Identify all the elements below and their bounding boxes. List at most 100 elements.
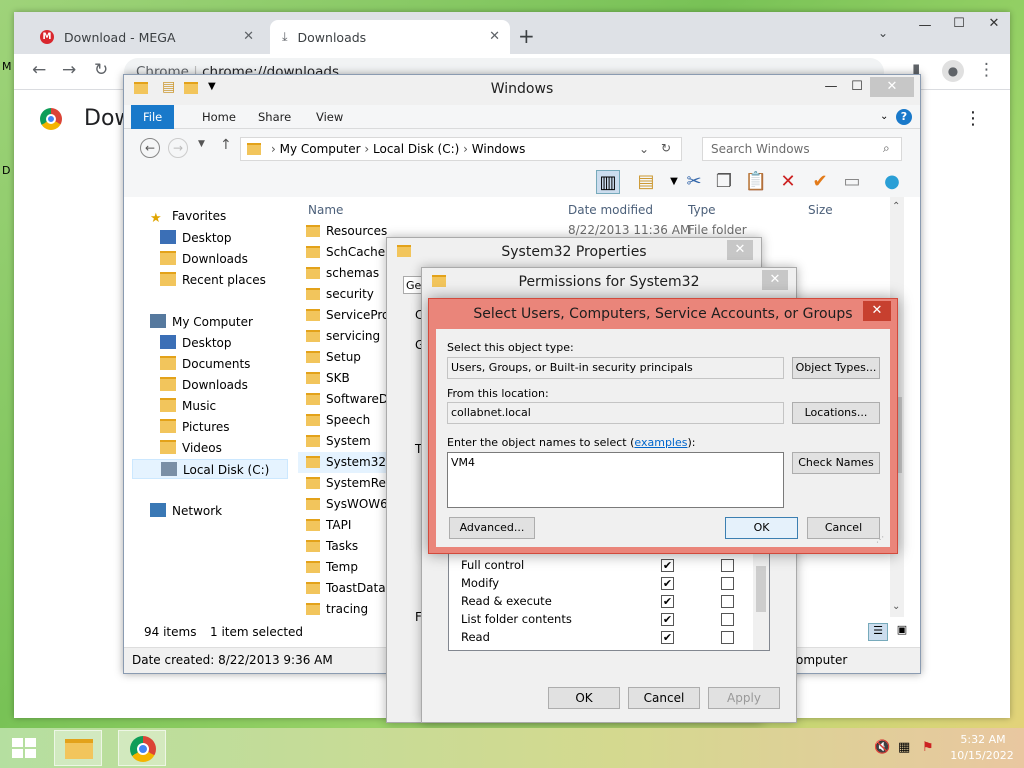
deny-checkbox[interactable] xyxy=(721,595,734,608)
close-tab-icon[interactable]: ✕ xyxy=(489,29,500,44)
taskbar-chrome[interactable] xyxy=(118,730,166,766)
file-row[interactable]: Speech xyxy=(306,410,370,431)
back-icon[interactable]: ← xyxy=(32,60,46,80)
back-icon[interactable]: ← xyxy=(140,138,160,158)
nav-my-computer[interactable]: My Computer xyxy=(150,314,253,329)
scroll-up-icon[interactable]: ⌃ xyxy=(892,201,900,212)
address-bar[interactable]: › My Computer › Local Disk (C:) › Window… xyxy=(240,137,682,161)
scroll-down-icon[interactable]: ⌄ xyxy=(892,601,900,612)
refresh-icon[interactable]: ↻ xyxy=(661,141,671,155)
checkmark-icon[interactable]: ✔ xyxy=(808,170,832,194)
file-row[interactable]: SchCache xyxy=(306,242,385,263)
maximize-icon[interactable]: ☐ xyxy=(844,77,870,97)
tab-file[interactable]: File xyxy=(131,105,175,129)
start-button[interactable] xyxy=(0,730,50,766)
allow-checkbox[interactable]: ✔ xyxy=(661,595,674,608)
close-icon[interactable]: ✕ xyxy=(870,77,914,97)
file-row[interactable]: TAPI xyxy=(306,515,351,536)
deny-checkbox[interactable] xyxy=(721,559,734,572)
deny-checkbox[interactable] xyxy=(721,577,734,590)
new-tab-button[interactable]: + xyxy=(518,24,535,48)
close-tab-icon[interactable]: ✕ xyxy=(243,29,254,44)
file-row[interactable]: Temp xyxy=(306,557,358,578)
properties-icon[interactable]: ▤ xyxy=(634,170,658,194)
speaker-muted-icon[interactable]: 🔇 xyxy=(874,740,890,755)
recent-locations-icon[interactable]: ▼ xyxy=(198,139,205,149)
apply-button[interactable]: Apply xyxy=(708,687,780,709)
large-icons-view-icon[interactable]: ▣ xyxy=(892,623,912,641)
globe-icon[interactable]: ● xyxy=(880,170,904,194)
details-view-icon[interactable]: ☰ xyxy=(868,623,888,641)
allow-checkbox[interactable]: ✔ xyxy=(661,631,674,644)
nav-desktop[interactable]: Desktop xyxy=(160,230,232,245)
minimize-icon[interactable]: — xyxy=(818,77,844,97)
close-window-icon[interactable]: ✕ xyxy=(980,14,1008,34)
tab-search-icon[interactable]: ⌄ xyxy=(878,26,888,40)
nav-network[interactable]: Network xyxy=(150,503,222,518)
object-types-button[interactable]: Object Types... xyxy=(792,357,880,379)
close-icon[interactable]: ✕ xyxy=(762,270,788,290)
action-center-icon[interactable]: ⚑ xyxy=(922,740,934,755)
column-type[interactable]: Type xyxy=(688,203,716,217)
ok-button[interactable]: OK xyxy=(548,687,620,709)
tab-view[interactable]: View xyxy=(304,105,355,129)
tab-share[interactable]: Share xyxy=(246,105,303,129)
tab-download-mega[interactable]: M Download - MEGA ✕ xyxy=(28,20,264,54)
nav-local-disk[interactable]: Local Disk (C:) xyxy=(132,459,288,479)
cancel-button[interactable]: Cancel xyxy=(628,687,700,709)
address-dropdown-icon[interactable]: ⌄ xyxy=(639,142,649,156)
clock-date[interactable]: 10/15/2022 xyxy=(946,749,1018,762)
delete-icon[interactable]: ✕ xyxy=(776,170,800,194)
check-names-button[interactable]: Check Names xyxy=(792,452,880,474)
downloads-menu-icon[interactable]: ⋮ xyxy=(964,108,982,129)
forward-icon[interactable]: → xyxy=(168,138,188,158)
forward-icon[interactable]: → xyxy=(62,60,76,80)
nav-videos[interactable]: Videos xyxy=(160,440,222,455)
profile-avatar[interactable]: ● xyxy=(942,60,964,82)
file-row[interactable]: Setup xyxy=(306,347,361,368)
rename-icon[interactable]: ▭ xyxy=(840,170,864,194)
nav-downloads[interactable]: Downloads xyxy=(160,377,248,392)
file-row[interactable]: servicing xyxy=(306,326,380,347)
close-icon[interactable]: ✕ xyxy=(727,240,753,260)
column-name[interactable]: Name xyxy=(308,203,343,217)
column-date-modified[interactable]: Date modified xyxy=(568,203,653,217)
resize-grip-icon[interactable]: ⋰ xyxy=(876,535,884,544)
expand-ribbon-icon[interactable]: ⌄ xyxy=(880,111,888,122)
nav-favorites[interactable]: ★ Favorites xyxy=(150,209,226,226)
file-row[interactable]: System xyxy=(306,431,371,452)
deny-checkbox[interactable] xyxy=(721,613,734,626)
paste-icon[interactable]: 📋 xyxy=(744,170,768,194)
menu-kebab-icon[interactable]: ⋮ xyxy=(978,60,995,80)
up-icon[interactable]: ↑ xyxy=(220,137,232,153)
perm-scrollbar[interactable] xyxy=(753,552,769,650)
column-size[interactable]: Size xyxy=(808,203,833,217)
file-row[interactable]: ServiceProf xyxy=(306,305,394,326)
file-row[interactable]: SysWOW64 xyxy=(306,494,395,515)
file-row[interactable]: security xyxy=(306,284,374,305)
reload-icon[interactable]: ↻ xyxy=(94,60,108,80)
breadcrumb-item[interactable]: My Computer xyxy=(280,142,361,156)
file-row[interactable]: tracing xyxy=(306,599,368,620)
nav-recent-places[interactable]: Recent places xyxy=(160,272,266,287)
locations-button[interactable]: Locations... xyxy=(792,402,880,424)
minimize-icon[interactable]: — xyxy=(912,16,938,36)
file-row[interactable]: schemas xyxy=(306,263,379,284)
network-tray-icon[interactable]: ▦ xyxy=(898,740,910,755)
tab-home[interactable]: Home xyxy=(190,105,248,129)
help-icon[interactable]: ? xyxy=(896,109,912,125)
allow-checkbox[interactable]: ✔ xyxy=(661,613,674,626)
nav-pictures[interactable]: Pictures xyxy=(160,419,230,434)
nav-desktop[interactable]: Desktop xyxy=(160,335,232,350)
nav-documents[interactable]: Documents xyxy=(160,356,250,371)
file-row[interactable]: Tasks xyxy=(306,536,358,557)
tab-downloads[interactable]: ⤓ Downloads ✕ xyxy=(270,20,510,54)
nav-music[interactable]: Music xyxy=(160,398,216,413)
advanced-button[interactable]: Advanced... xyxy=(449,517,535,539)
ok-button[interactable]: OK xyxy=(725,517,798,539)
examples-link[interactable]: examples xyxy=(634,436,687,449)
preview-pane-icon[interactable]: ▥ xyxy=(596,170,620,194)
taskbar-file-explorer[interactable] xyxy=(54,730,102,766)
cancel-button[interactable]: Cancel xyxy=(807,517,880,539)
copy-icon[interactable]: ❐ xyxy=(712,170,736,194)
